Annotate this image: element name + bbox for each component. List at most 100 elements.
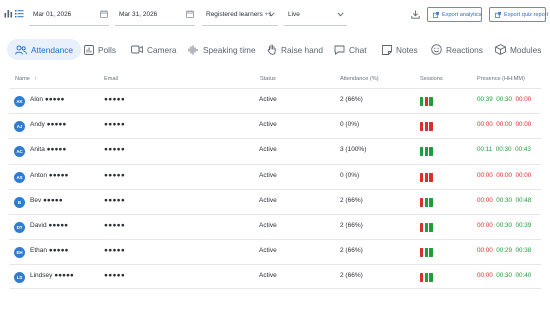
- status-text: Active: [259, 272, 277, 280]
- column-header-status[interactable]: Status: [260, 76, 276, 82]
- learner-name[interactable]: Andy ●●●●●: [30, 122, 66, 129]
- presence-time: 00:30: [496, 96, 513, 103]
- presence-times: 00:39 00:30 00:00: [477, 96, 531, 103]
- table-row[interactable]: AK Alon ●●●●● ●●●●● Active 2 (66%) 00:39 00:30…: [9, 88, 541, 113]
- session-absent-bar: [429, 122, 433, 132]
- learners-select[interactable]: Registered learners +1: [206, 7, 272, 23]
- bar-chart-icon[interactable]: [4, 9, 13, 18]
- status-select[interactable]: Live: [288, 7, 300, 23]
- avatar: EH: [14, 247, 25, 259]
- start-date-value: Mar 01, 2026: [33, 10, 72, 18]
- learner-email: ●●●●●: [104, 272, 126, 280]
- end-date-value: Mar 31, 2026: [119, 10, 158, 18]
- tab-speaking-time[interactable]: Speaking time: [188, 39, 256, 60]
- tab-label: Speaking time: [203, 44, 256, 55]
- tab-label: Notes: [396, 44, 418, 55]
- learner-email: ●●●●●: [104, 222, 126, 229]
- smiley-icon: [431, 44, 442, 55]
- sessions-bars: [420, 97, 433, 106]
- calendar-icon[interactable]: [186, 10, 194, 18]
- table-row[interactable]: B Bev ●●●●● ●●●●● Active 2 (66%) 00:00 00:30 00…: [9, 188, 541, 214]
- avatar: LS: [14, 272, 25, 284]
- session-absent-bar: [424, 172, 429, 182]
- presence-times: 00:00 00:00 00:00: [477, 121, 531, 128]
- learner-name[interactable]: David ●●●●●: [30, 222, 68, 230]
- table-row[interactable]: AC Anita ●●●●● ●●●●● Active 3 (100%) 00:11 00:…: [9, 138, 541, 163]
- presence-time: 00:39: [515, 222, 532, 229]
- learner-email: ●●●●●: [104, 121, 126, 129]
- presence-times: 00:00 00:30 00:40: [477, 272, 532, 280]
- learner-email: ●●●●●: [104, 247, 126, 255]
- learner-name[interactable]: Bev ●●●●●: [30, 197, 63, 205]
- tab-reactions[interactable]: Reactions: [431, 39, 483, 60]
- learner-name[interactable]: Alon ●●●●●: [30, 96, 64, 104]
- tab-camera[interactable]: Camera: [131, 39, 177, 60]
- tab-chat[interactable]: Chat: [334, 39, 367, 60]
- avatar: AC: [14, 146, 25, 158]
- session-present-bar: [429, 197, 433, 207]
- presence-time: 00:00: [477, 171, 493, 179]
- presence-time: 00:00: [477, 196, 493, 204]
- column-header-attendance[interactable]: Attendance (%): [340, 76, 379, 82]
- presence-time: 00:30: [496, 196, 513, 204]
- status-text: Active: [259, 96, 277, 103]
- session-present-bar: [424, 273, 429, 283]
- session-present-bar: [424, 197, 429, 207]
- chat-icon: [334, 45, 345, 55]
- status-text: Active: [259, 171, 277, 179]
- tab-notes[interactable]: Notes: [382, 39, 418, 60]
- table-header: Name ↑ Email Status Attendance (%) Sessi…: [0, 73, 550, 86]
- presence-time: 00:40: [515, 272, 532, 280]
- session-absent-bar: [420, 223, 424, 232]
- learner-name[interactable]: Lindsey ●●●●●: [30, 273, 74, 280]
- end-date-field[interactable]: Mar 31, 2026: [119, 7, 157, 23]
- column-header-presence[interactable]: Presence (HH:MM): [477, 76, 525, 82]
- status-underline: [284, 25, 347, 26]
- attendance-value: 2 (66%): [340, 272, 363, 280]
- presence-time: 00:30: [496, 272, 513, 280]
- table-row[interactable]: LS Lindsey ●●●●● ●●●●● Active 2 (66%) 00:00 00…: [9, 264, 541, 290]
- export-quiz-report-button[interactable]: Export quiz report: [489, 7, 548, 22]
- sort-ascending-icon[interactable]: ↑: [34, 76, 37, 82]
- export-analytics-button[interactable]: Export analytics: [427, 7, 482, 22]
- tab-attendance[interactable]: Attendance: [7, 39, 81, 60]
- attendance-value: 2 (66%): [340, 96, 363, 103]
- column-header-email[interactable]: Email: [104, 76, 118, 82]
- tab-raise-hand[interactable]: Raise hand: [267, 39, 323, 60]
- table-row[interactable]: AJ Andy ●●●●● ●●●●● Active 0 (0%) 00:00 00:00 0…: [9, 113, 541, 138]
- download-icon[interactable]: [411, 10, 420, 19]
- column-header-sessions[interactable]: Sessions: [420, 76, 443, 82]
- learner-name[interactable]: Ethan ●●●●●: [30, 248, 68, 255]
- table-row[interactable]: DT David ●●●●● ●●●●● Active 2 (66%) 00:00 00:3…: [9, 214, 541, 239]
- presence-time: 00:48: [515, 196, 532, 204]
- start-date-field[interactable]: Mar 01, 2026: [33, 7, 71, 23]
- sessions-bars: [420, 248, 433, 258]
- notes-icon: [382, 44, 392, 55]
- chevron-down-icon[interactable]: [268, 12, 275, 17]
- sessions-bars: [420, 122, 433, 132]
- column-header-name[interactable]: Name ↑: [15, 76, 37, 82]
- session-present-bar: [429, 273, 433, 283]
- avatar: AJ: [14, 121, 25, 133]
- list-view-icon[interactable]: [15, 9, 24, 18]
- end-date-underline: [115, 25, 195, 26]
- tab-modules[interactable]: Modules: [495, 39, 541, 60]
- sessions-bars: [420, 147, 433, 157]
- tab-label: Polls: [98, 44, 116, 55]
- session-present-bar: [424, 248, 429, 258]
- calendar-icon[interactable]: [100, 10, 108, 18]
- learner-name[interactable]: Anton ●●●●●: [30, 172, 68, 180]
- learner-email: ●●●●●: [104, 96, 126, 103]
- table-row[interactable]: AS Anton ●●●●● ●●●●● Active 0 (0%) 00:00 00:00…: [9, 163, 541, 189]
- filter-bar: Mar 01, 2026 Mar 31, 2026 Registered lea…: [0, 0, 550, 30]
- presence-time: 00:11: [477, 146, 493, 154]
- tab-polls[interactable]: Polls: [84, 39, 116, 60]
- table-row[interactable]: EH Ethan ●●●●● ●●●●● Active 2 (66%) 00:00 00:2…: [9, 239, 541, 264]
- presence-times: 00:00 00:00 00:00: [477, 171, 531, 179]
- status-text: Active: [259, 222, 277, 229]
- learner-name[interactable]: Anita ●●●●●: [30, 147, 66, 154]
- session-present-bar: [424, 147, 429, 157]
- sessions-bars: [420, 223, 433, 232]
- column-name-label: Name: [15, 76, 30, 82]
- chevron-down-icon[interactable]: [337, 12, 344, 17]
